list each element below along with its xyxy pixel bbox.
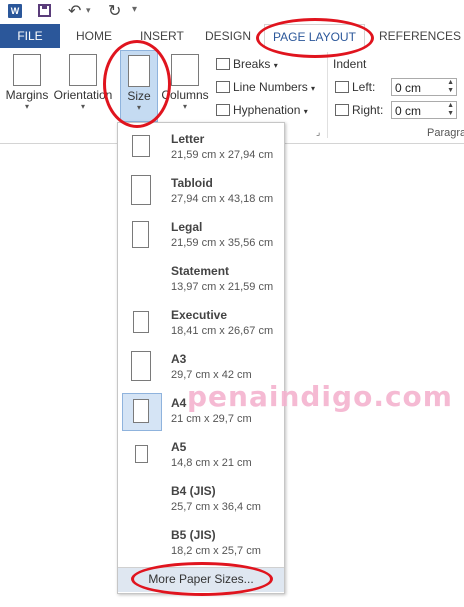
tab-references[interactable]: REFERENCES bbox=[379, 24, 461, 48]
indent-label: Indent bbox=[333, 57, 367, 71]
hyphenation-icon bbox=[216, 104, 230, 116]
page-thumbnail-icon bbox=[133, 399, 149, 423]
page-thumbnail-icon bbox=[135, 445, 148, 463]
paper-size-menu: Letter 21,59 cm x 27,94 cm Tabloid 27,94… bbox=[117, 122, 285, 594]
dialog-launcher-icon[interactable]: ⌟ bbox=[316, 127, 320, 138]
tab-design[interactable]: DESIGN bbox=[205, 24, 251, 48]
breaks-label: Breaks bbox=[233, 57, 271, 71]
menu-item-statement[interactable]: Statement 13,97 cm x 21,59 cm bbox=[118, 259, 284, 303]
page-thumbnail-icon bbox=[133, 311, 149, 333]
tab-home[interactable]: HOME bbox=[76, 24, 112, 48]
line-numbers-icon bbox=[216, 81, 230, 93]
paragraph-group-label: Paragra bbox=[427, 127, 464, 139]
page-thumbnail-icon bbox=[131, 351, 151, 381]
redo-icon[interactable]: ↻ bbox=[108, 1, 121, 21]
menu-item-a5[interactable]: A5 14,8 cm x 21 cm bbox=[118, 435, 284, 479]
chevron-down-icon: ▾ bbox=[24, 102, 29, 111]
save-icon[interactable] bbox=[38, 4, 51, 17]
customize-qat-icon[interactable]: ▾ bbox=[132, 4, 137, 15]
spin-arrows-icon[interactable]: ▲ ▼ bbox=[447, 102, 454, 118]
annotation-circle-size bbox=[103, 40, 171, 128]
annotation-circle-page-layout bbox=[256, 18, 374, 58]
margins-label: Margins bbox=[5, 88, 49, 102]
hyphenation-label: Hyphenation bbox=[233, 103, 301, 117]
indent-right-field[interactable]: 0 cm ▲ ▼ bbox=[391, 101, 457, 119]
line-numbers-button[interactable]: Line Numbers ▾ bbox=[216, 80, 315, 94]
orientation-icon bbox=[69, 54, 97, 86]
quick-access-toolbar: W ↶ ▾ ↻ ▾ bbox=[0, 0, 464, 24]
menu-item-executive[interactable]: Executive 18,41 cm x 26,67 cm bbox=[118, 303, 284, 347]
margins-button[interactable]: Margins ▾ bbox=[4, 50, 50, 120]
page-thumbnail-icon bbox=[131, 175, 151, 205]
annotation-circle-more-sizes bbox=[131, 562, 273, 596]
word-app-icon[interactable]: W bbox=[8, 4, 22, 18]
indent-right-label: Right: bbox=[335, 103, 383, 117]
indent-left-field[interactable]: 0 cm ▲ ▼ bbox=[391, 78, 457, 96]
page-thumbnail-icon bbox=[132, 221, 149, 248]
indent-left-icon bbox=[335, 81, 349, 93]
columns-icon bbox=[171, 54, 199, 86]
spin-arrows-icon[interactable]: ▲ ▼ bbox=[447, 79, 454, 95]
group-divider bbox=[327, 52, 328, 138]
menu-item-b5-jis[interactable]: B5 (JIS) 18,2 cm x 25,7 cm bbox=[118, 523, 284, 567]
watermark: penaindigo.com bbox=[187, 380, 453, 413]
tab-file[interactable]: FILE bbox=[0, 24, 60, 48]
breaks-icon bbox=[216, 58, 230, 70]
margins-icon bbox=[13, 54, 41, 86]
undo-dropdown-icon[interactable]: ▾ bbox=[86, 5, 91, 16]
line-numbers-label: Line Numbers bbox=[233, 80, 308, 94]
menu-item-letter[interactable]: Letter 21,59 cm x 27,94 cm bbox=[118, 127, 284, 171]
hyphenation-button[interactable]: Hyphenation ▾ bbox=[216, 103, 308, 117]
indent-left-label: Left: bbox=[335, 80, 375, 94]
page-thumbnail-icon bbox=[132, 135, 150, 157]
ribbon-tab-bar: FILE HOME INSERT DESIGN PAGE LAYOUT REFE… bbox=[0, 24, 464, 50]
undo-icon[interactable]: ↶ bbox=[68, 1, 81, 21]
menu-item-tabloid[interactable]: Tabloid 27,94 cm x 43,18 cm bbox=[118, 171, 284, 215]
breaks-button[interactable]: Breaks ▾ bbox=[216, 57, 278, 71]
menu-item-legal[interactable]: Legal 21,59 cm x 35,56 cm bbox=[118, 215, 284, 259]
indent-right-icon bbox=[335, 104, 349, 116]
chevron-down-icon: ▾ bbox=[80, 102, 85, 111]
menu-item-b4-jis[interactable]: B4 (JIS) 25,7 cm x 36,4 cm bbox=[118, 479, 284, 523]
